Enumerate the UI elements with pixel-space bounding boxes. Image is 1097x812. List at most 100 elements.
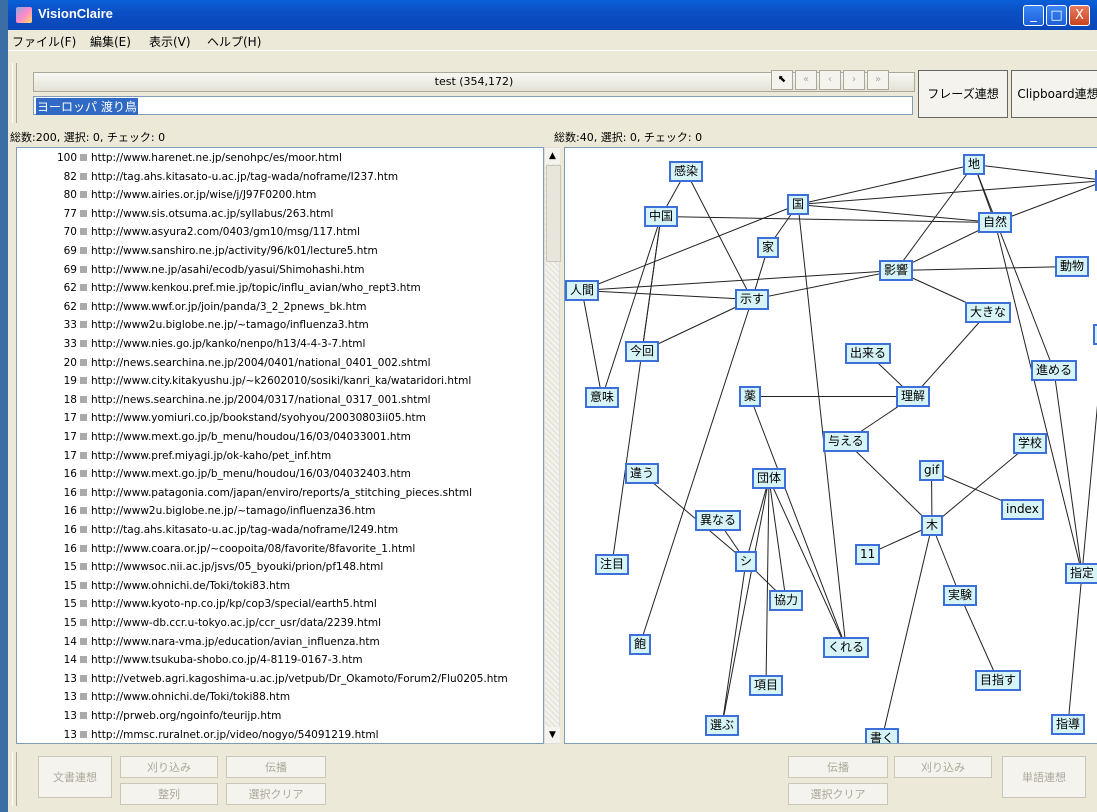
row-url[interactable]: http://www.nara-vma.jp/education/avian_i… [91,633,380,651]
row-checkbox[interactable] [80,321,87,329]
row-url[interactable]: http://www.ohnichi.de/Toki/toki88.htm [91,688,290,706]
minimize-button[interactable]: _ [1023,5,1044,26]
graph-node-shimesu[interactable]: 示す [735,289,770,310]
table-row[interactable]: 15 http://www-db.ccr.u-tokyo.ac.jp/ccr_us… [17,614,537,632]
table-row[interactable]: 17 http://www.mext.go.jp/b_menu/houdou/16… [17,428,537,446]
table-row[interactable]: 16 http://www2u.biglobe.ne.jp/~tamago/inf… [17,502,537,520]
row-checkbox[interactable] [80,302,87,310]
graph-node-eikyou[interactable]: 影響 [879,260,914,281]
table-row[interactable]: 15 http://www.ohnichi.de/Toki/toki83.htm [17,577,537,595]
table-row[interactable]: 15 http://www.kyoto-np.co.jp/kp/cop3/spec… [17,595,537,613]
row-url[interactable]: http://tag.ahs.kitasato-u.ac.jp/tag-wada… [91,168,398,186]
graph-node-gakkou[interactable]: 学校 [1013,433,1048,454]
row-url[interactable]: http://www.ohnichi.de/Toki/toki83.htm [91,577,290,595]
row-checkbox[interactable] [80,674,87,682]
table-row[interactable]: 16 http://www.mext.go.jp/b_menu/houdou/16… [17,465,537,483]
table-row[interactable]: 20 http://news.searchina.ne.jp/2004/0401/… [17,354,537,372]
table-row[interactable]: 100 http://www.harenet.ne.jp/senohpc/es/m… [17,149,537,167]
row-checkbox[interactable] [80,284,87,292]
toolbar-grip[interactable] [12,63,17,123]
graph-node-shou[interactable]: 省 [1093,324,1097,345]
row-checkbox[interactable] [80,340,87,347]
prev-icon[interactable]: ‹ [819,70,841,90]
graph-node-kyouryoku[interactable]: 協力 [769,590,804,611]
row-url[interactable]: http://www.yomiuri.co.jp/bookstand/syohy… [91,409,426,427]
graph-node-erabu[interactable]: 選ぶ [705,715,740,736]
row-checkbox[interactable] [80,581,87,589]
clear-left-button[interactable]: 選択クリア [226,783,326,805]
table-row[interactable]: 33 http://www.nies.go.jp/kanko/nenpo/h13/… [17,335,537,353]
table-row[interactable]: 70 http://www.asyura2.com/0403/gm10/msg/1… [17,223,537,241]
row-checkbox[interactable] [80,191,87,199]
graph-node-doubutsu[interactable]: 動物 [1055,256,1090,277]
row-url[interactable]: http://vetweb.agri.kagoshima-u.ac.jp/vet… [91,670,508,688]
graph-node-jikken[interactable]: 実験 [943,585,978,606]
row-url[interactable]: http://www.nies.go.jp/kanko/nenpo/h13/4-… [91,335,365,353]
scroll-up-icon[interactable]: ▲ [545,148,560,164]
graph-node-chuumoku[interactable]: 注目 [595,554,630,575]
word-graph[interactable]: 感染 地国中国 自然家影響 動物 人間 示す 大きな 今回 出来る 進める 意味 薬 理解 与える 学校 違う… [564,147,1097,744]
table-row[interactable]: 82 http://tag.ahs.kitasato-u.ac.jp/tag-wa… [17,168,537,186]
table-row[interactable]: 69 http://www.ne.jp/asahi/ecodb/yasui/Shi… [17,261,537,279]
menu-view[interactable]: 表示(V) [149,33,191,50]
row-checkbox[interactable] [80,544,87,552]
row-url[interactable]: http://www.sanshiro.ne.jp/activity/96/k0… [91,242,378,260]
row-url[interactable]: http://www.city.kitakyushu.jp/~k2602010/… [91,372,471,390]
graph-node-kon[interactable]: 今回 [625,341,660,362]
row-url[interactable]: http://www.asyura2.com/0403/gm10/msg/117… [91,223,360,241]
row-checkbox[interactable] [80,470,87,478]
row-url[interactable]: http://www.coara.or.jp/~coopoita/08/favo… [91,540,415,558]
graph-node-chi[interactable]: 地 [963,154,986,175]
row-url[interactable]: http://www2u.biglobe.ne.jp/~tamago/influ… [91,316,369,334]
graph-node-chugoku[interactable]: 中国 [644,206,679,227]
clipboard-assoc-button[interactable]: Clipboard連想 [1011,70,1097,118]
graph-node-hou[interactable]: 飽 [629,634,652,655]
row-url[interactable]: http://www.sis.otsuma.ac.jp/syllabus/263… [91,205,333,223]
graph-node-mezasu[interactable]: 目指す [975,670,1022,691]
sort-button[interactable]: 整列 [120,783,218,805]
graph-node-ookina[interactable]: 大きな [965,302,1012,323]
propagate-right-button[interactable]: 伝播 [788,756,888,778]
row-checkbox[interactable] [80,451,87,459]
row-url[interactable]: http://wwwsoc.nii.ac.jp/jsvs/05_byouki/p… [91,558,383,576]
graph-node-shitei[interactable]: 指定 [1065,563,1097,584]
row-url[interactable]: http://www-db.ccr.u-tokyo.ac.jp/ccr_usr/… [91,614,381,632]
graph-node-kaku[interactable]: 書く [865,728,900,743]
row-checkbox[interactable] [80,172,87,180]
graph-node-shidou[interactable]: 指導 [1051,714,1086,735]
table-row[interactable]: 18 http://news.searchina.ne.jp/2004/0317/… [17,391,537,409]
row-checkbox[interactable] [80,712,87,719]
row-url[interactable]: http://www.wwf.or.jp/join/panda/3_2_2pne… [91,298,367,316]
row-url[interactable]: http://www.tsukuba-shobo.co.jp/4-8119-01… [91,651,363,669]
phrase-assoc-button[interactable]: フレーズ連想 [918,70,1008,118]
graph-node-koumoku[interactable]: 項目 [749,675,784,696]
row-checkbox[interactable] [80,488,87,496]
graph-node-ie[interactable]: 家 [757,237,780,258]
row-url[interactable]: http://www.pref.miyagi.jp/ok-kaho/pet_in… [91,447,331,465]
table-row[interactable]: 77 http://www.sis.otsuma.ac.jp/syllabus/2… [17,205,537,223]
row-checkbox[interactable] [80,209,87,217]
bottom-grip-left[interactable] [12,752,17,806]
graph-node-shizen[interactable]: 自然 [978,212,1013,233]
graph-node-kureru[interactable]: くれる [823,637,870,658]
graph-node-n11[interactable]: 11 [855,544,881,565]
close-button[interactable]: X [1069,5,1090,26]
last-icon[interactable]: » [867,70,889,90]
graph-node-ningen[interactable]: 人間 [565,280,600,301]
table-row[interactable]: 13 http://mmsc.ruralnet.or.jp/video/nogyo… [17,726,537,743]
row-url[interactable]: http://www.airies.or.jp/wise/j/J97F0200.… [91,186,316,204]
scroll-thumb[interactable] [546,165,561,262]
narrow-right-button[interactable]: 刈り込み [894,756,992,778]
menu-edit[interactable]: 編集(E) [90,33,131,50]
table-row[interactable]: 62 http://www.kenkou.pref.mie.jp/topic/in… [17,279,537,297]
table-row[interactable]: 15 http://wwwsoc.nii.ac.jp/jsvs/05_byouki… [17,558,537,576]
row-checkbox[interactable] [80,154,87,161]
row-checkbox[interactable] [80,358,87,366]
graph-node-kotonaru[interactable]: 異なる [695,510,742,531]
table-row[interactable]: 13 http://vetweb.agri.kagoshima-u.ac.jp/v… [17,670,537,688]
row-checkbox[interactable] [80,265,87,273]
table-row[interactable]: 13 http://prweb.org/ngoinfo/teurijp.htm [17,707,537,725]
row-checkbox[interactable] [80,395,87,403]
table-row[interactable]: 62 http://www.wwf.or.jp/join/panda/3_2_2p… [17,298,537,316]
document-scrollbar[interactable]: ▲ ▼ [544,147,561,744]
